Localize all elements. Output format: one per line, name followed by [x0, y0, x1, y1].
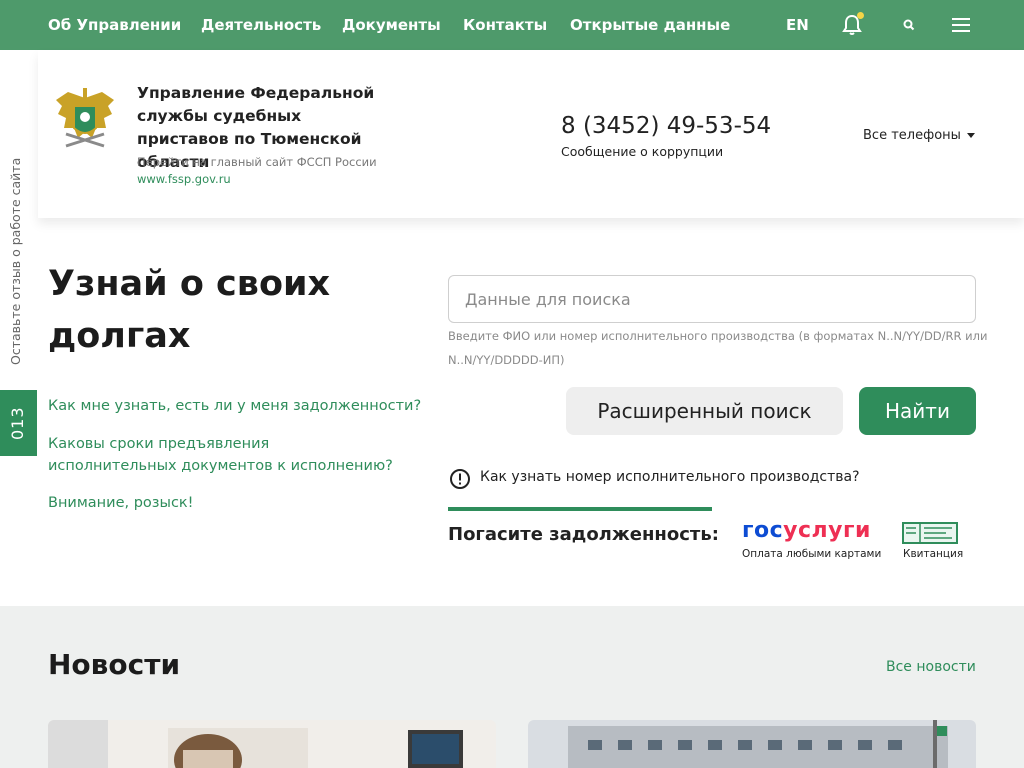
all-phones-dropdown[interactable]: Все телефоны [863, 128, 975, 143]
gosuslugi-part2: услуги [783, 518, 871, 543]
emblem-icon[interactable] [52, 86, 118, 158]
pay-divider [448, 507, 712, 511]
top-nav: Об Управлении Деятельность Документы Кон… [0, 0, 1024, 50]
pay-label: Погасите задолженность: [448, 524, 719, 545]
info-icon [450, 469, 470, 489]
phone-number[interactable]: 8 (3452) 49-53-54 [561, 113, 771, 139]
news-image-1 [48, 720, 496, 768]
nav-item-documents[interactable]: Документы [342, 0, 441, 50]
feedback-tab[interactable]: Оставьте отзыв о работе сайта [8, 158, 23, 365]
faq-link-terms[interactable]: Каковы сроки предъявления исполнительных… [48, 433, 398, 477]
all-news-link[interactable]: Все новости [886, 659, 976, 675]
search-icon[interactable] [901, 17, 917, 33]
counter-value: 013 [8, 406, 27, 440]
news-image-2 [528, 720, 976, 768]
hero-title: Узнай о своих долгах [48, 264, 331, 356]
nav-item-about[interactable]: Об Управлении [48, 0, 181, 50]
nav-item-open-data[interactable]: Открытые данные [570, 0, 730, 50]
receipt-icon[interactable] [902, 522, 958, 544]
language-switch[interactable]: EN [786, 0, 809, 50]
find-button[interactable]: Найти [859, 387, 976, 435]
notification-dot [857, 12, 864, 19]
news-card-1[interactable] [48, 720, 496, 768]
news-card-2[interactable] [528, 720, 976, 768]
main-site-link[interactable]: www.fssp.gov.ru [137, 172, 231, 186]
news-title: Новости [48, 648, 181, 681]
case-number-help-link[interactable]: Как узнать номер исполнительного произво… [480, 469, 860, 485]
gosuslugi-part1: гос [742, 518, 784, 543]
all-phones-label: Все телефоны [863, 128, 961, 143]
faq-link-wanted[interactable]: Внимание, розыск! [48, 492, 428, 514]
receipt-caption: Квитанция [903, 548, 964, 560]
search-input[interactable] [448, 275, 976, 323]
search-hint: Введите ФИО или номер исполнительного пр… [448, 329, 988, 367]
advanced-search-button[interactable]: Расширенный поиск [566, 387, 843, 435]
phone-note: Сообщение о коррупции [561, 144, 724, 159]
faq-link-debts[interactable]: Как мне узнать, есть ли у меня задолженн… [48, 395, 428, 417]
gosuslugi-caption: Оплата любыми картами [742, 548, 882, 560]
main-site-label: Перейти на главный сайт ФССП России [137, 155, 377, 169]
menu-icon[interactable] [950, 15, 972, 35]
nav-item-contacts[interactable]: Контакты [463, 0, 547, 50]
caret-down-icon [966, 133, 975, 138]
nav-item-activity[interactable]: Деятельность [201, 0, 321, 50]
gosuslugi-logo[interactable]: госуслуги [742, 518, 871, 543]
